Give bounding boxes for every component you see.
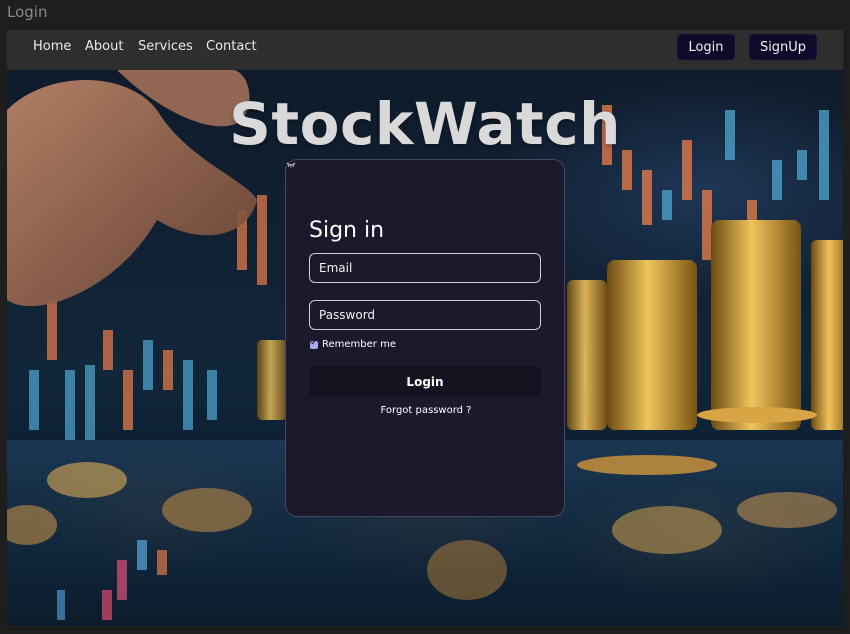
- remember-me-row: Remember me: [310, 339, 396, 350]
- forgot-password-link[interactable]: Forgot password ?: [286, 405, 566, 416]
- window-title: Login: [7, 3, 48, 21]
- email-field[interactable]: [309, 253, 541, 283]
- nav-signup-button[interactable]: SignUp: [749, 34, 817, 60]
- signin-title: Sign in: [309, 218, 385, 243]
- nav-link-home[interactable]: Home: [33, 39, 71, 54]
- check-icon: [310, 340, 316, 345]
- password-field[interactable]: [309, 300, 541, 330]
- nav-link-about[interactable]: About: [85, 39, 123, 54]
- hero-background: StockWatch Sign in Remember me Login: [7, 70, 843, 626]
- brand-title: StockWatch: [229, 90, 621, 158]
- top-navbar: Home About Services Contact Login SignUp: [7, 30, 843, 70]
- login-button[interactable]: Login: [309, 366, 541, 397]
- nav-login-button[interactable]: Login: [677, 34, 735, 60]
- nav-link-services[interactable]: Services: [138, 39, 193, 54]
- signin-card: Sign in Remember me Login Forgot passwor…: [285, 159, 565, 517]
- remember-me-label: Remember me: [322, 339, 396, 350]
- nav-link-contact[interactable]: Contact: [206, 39, 257, 54]
- eye-closed-icon[interactable]: [286, 160, 296, 168]
- app-frame: Home About Services Contact Login SignUp: [7, 30, 843, 626]
- remember-me-checkbox[interactable]: [310, 340, 318, 349]
